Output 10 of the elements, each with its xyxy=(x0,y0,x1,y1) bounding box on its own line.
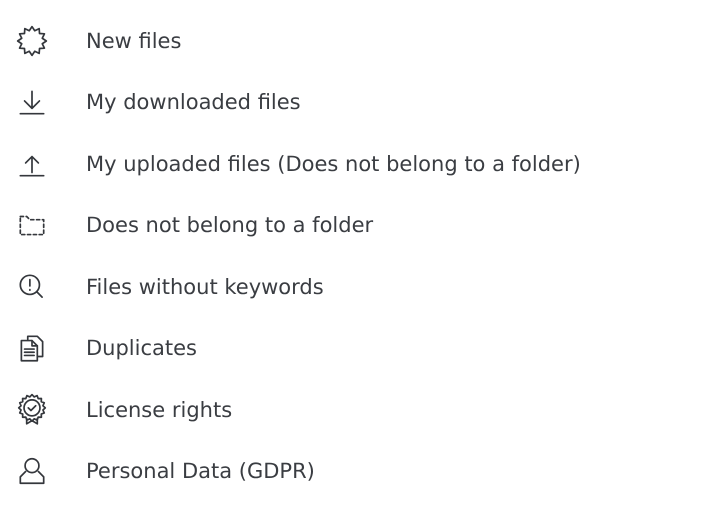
menu-item-label[interactable]: My uploaded files (Does not belong to a folder) xyxy=(86,152,581,176)
menu-item-label[interactable]: Does not belong to a folder xyxy=(86,213,374,238)
menu-item-label[interactable]: Personal Data (GDPR) xyxy=(86,459,315,484)
menu-item-label[interactable]: Files without keywords xyxy=(86,274,324,299)
seal-icon xyxy=(15,392,49,427)
menu-item-label[interactable]: New files xyxy=(86,28,182,53)
menu-item-label[interactable]: License rights xyxy=(86,398,232,422)
menu-item-label[interactable]: Duplicates xyxy=(86,336,197,360)
badge-icon xyxy=(15,24,49,58)
menu-item-label[interactable]: My downloaded files xyxy=(86,90,301,114)
